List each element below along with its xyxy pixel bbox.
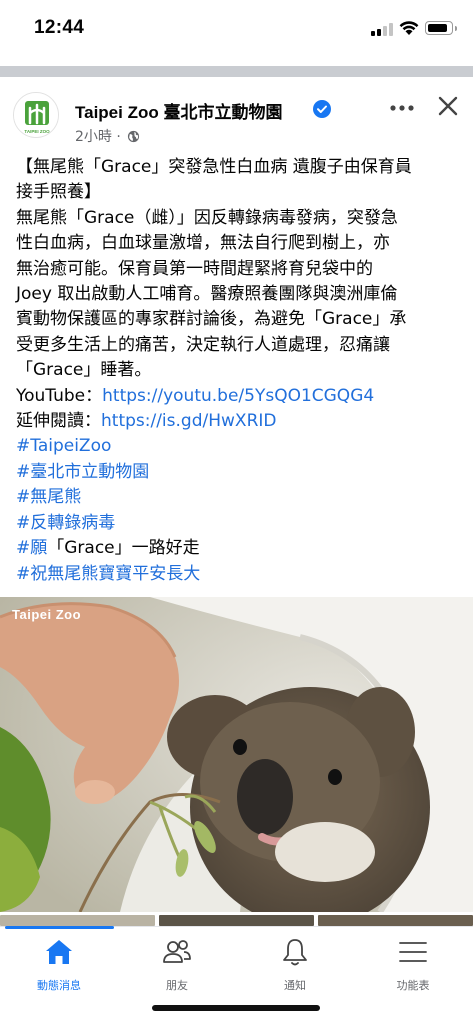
- menu-icon: [399, 942, 427, 962]
- wifi-icon: [399, 21, 419, 35]
- nav-item-menu[interactable]: 功能表: [354, 927, 472, 997]
- photo-watermark: Taipei Zoo: [12, 607, 82, 622]
- post-text-line: 無治癒可能。保育員第一時間趕緊將育兒袋中的: [16, 258, 373, 279]
- page-avatar[interactable]: TAIPEI ZOO: [13, 92, 59, 138]
- youtube-label: YouTube：: [16, 385, 103, 406]
- youtube-row: YouTube：https://youtu.be/5YsQO1CGQG4: [16, 384, 462, 409]
- youtube-link[interactable]: https://youtu.be/5YsQO1CGQG4: [102, 386, 374, 406]
- battery-icon: [425, 21, 457, 35]
- post-text-line: 「Grace」睡著。: [16, 360, 152, 381]
- hashtag-link[interactable]: #祝無尾熊寶寶平安長大: [16, 562, 462, 587]
- post-text-line: 賓動物保護區的專家群討論後，為避免「Grace」承: [16, 309, 407, 330]
- hashtag-link[interactable]: #無尾熊: [16, 485, 462, 510]
- status-time: 12:44: [34, 17, 85, 38]
- koala-photo-illustration: [0, 597, 473, 912]
- post-text-line: 受更多生活上的痛苦，決定執行人道處理，忍痛讓: [16, 334, 390, 355]
- hashtag-wish-row: #願「Grace」一路好走: [16, 536, 462, 561]
- extended-reading-link[interactable]: https://is.gd/HwXRID: [101, 411, 276, 431]
- signal-icon: [371, 23, 393, 36]
- hashtag-link[interactable]: #臺北市立動物園: [16, 460, 462, 485]
- photo-thumbnail-strip: [0, 912, 473, 926]
- post-text-line: 無尾熊「Grace（雌）」因反轉錄病毒發病，突發急: [16, 207, 398, 228]
- meta-separator: ·: [116, 129, 121, 145]
- post-meta: 2小時 ·: [75, 126, 140, 146]
- taipei-zoo-logo-icon: TAIPEI ZOO: [14, 93, 58, 137]
- photo-thumbnail[interactable]: [0, 915, 155, 926]
- hashtag-wish-text: 「Grace」一路好走: [47, 538, 200, 559]
- nav-item-news-feed[interactable]: 動態消息: [0, 926, 118, 997]
- bell-icon: [283, 939, 307, 966]
- friends-icon: [163, 940, 191, 963]
- extended-reading-label: 延伸閱讀：: [16, 411, 101, 432]
- status-bar: 12:44: [0, 0, 473, 58]
- post-header: TAIPEI ZOO Taipei Zoo 臺北市立動物園 2小時 ·: [0, 77, 473, 151]
- nav-item-friends[interactable]: 朋友: [118, 927, 236, 997]
- nav-label: 動態消息: [37, 979, 81, 992]
- page-name[interactable]: Taipei Zoo 臺北市立動物園: [75, 98, 282, 123]
- post-body: 【無尾熊「Grace」突發急性白血病 遺腹子由保育員 接手照養】 無尾熊「Gra…: [16, 155, 462, 587]
- nav-label: 功能表: [396, 979, 430, 992]
- more-options-icon[interactable]: [388, 103, 416, 113]
- active-tab-indicator: [5, 926, 114, 929]
- post-text-line: Joey 取出啟動人工哺育。醫療照養團隊與澳洲庫倫: [16, 284, 398, 305]
- globe-icon: [128, 130, 140, 143]
- verified-badge-icon: [313, 100, 331, 118]
- post-timestamp[interactable]: 2小時: [75, 129, 112, 145]
- nav-item-notifications[interactable]: 通知: [236, 927, 354, 997]
- svg-text:TAIPEI ZOO: TAIPEI ZOO: [24, 129, 50, 134]
- post-text-line: 【無尾熊「Grace」突發急性白血病 遺腹子由保育員: [16, 157, 412, 177]
- home-icon: [46, 940, 72, 964]
- extended-reading-row: 延伸閱讀：https://is.gd/HwXRID: [16, 409, 462, 434]
- post-text-line: 性白血病，白血球量激增，無法自行爬到樹上，亦: [16, 233, 390, 254]
- nav-label: 朋友: [166, 979, 188, 992]
- post-text-line: 接手照養】: [16, 182, 101, 203]
- hashtag-link[interactable]: #TaipeiZoo: [16, 434, 462, 459]
- home-indicator[interactable]: [152, 1005, 320, 1011]
- photo-thumbnail[interactable]: [159, 915, 314, 926]
- close-icon[interactable]: [437, 95, 459, 117]
- hashtag-link[interactable]: #願: [16, 538, 47, 558]
- nav-label: 通知: [284, 979, 306, 992]
- feed-divider: [0, 66, 473, 77]
- post-photo[interactable]: Taipei Zoo: [0, 597, 473, 912]
- photo-thumbnail[interactable]: [318, 915, 473, 926]
- hashtag-link[interactable]: #反轉錄病毒: [16, 511, 462, 536]
